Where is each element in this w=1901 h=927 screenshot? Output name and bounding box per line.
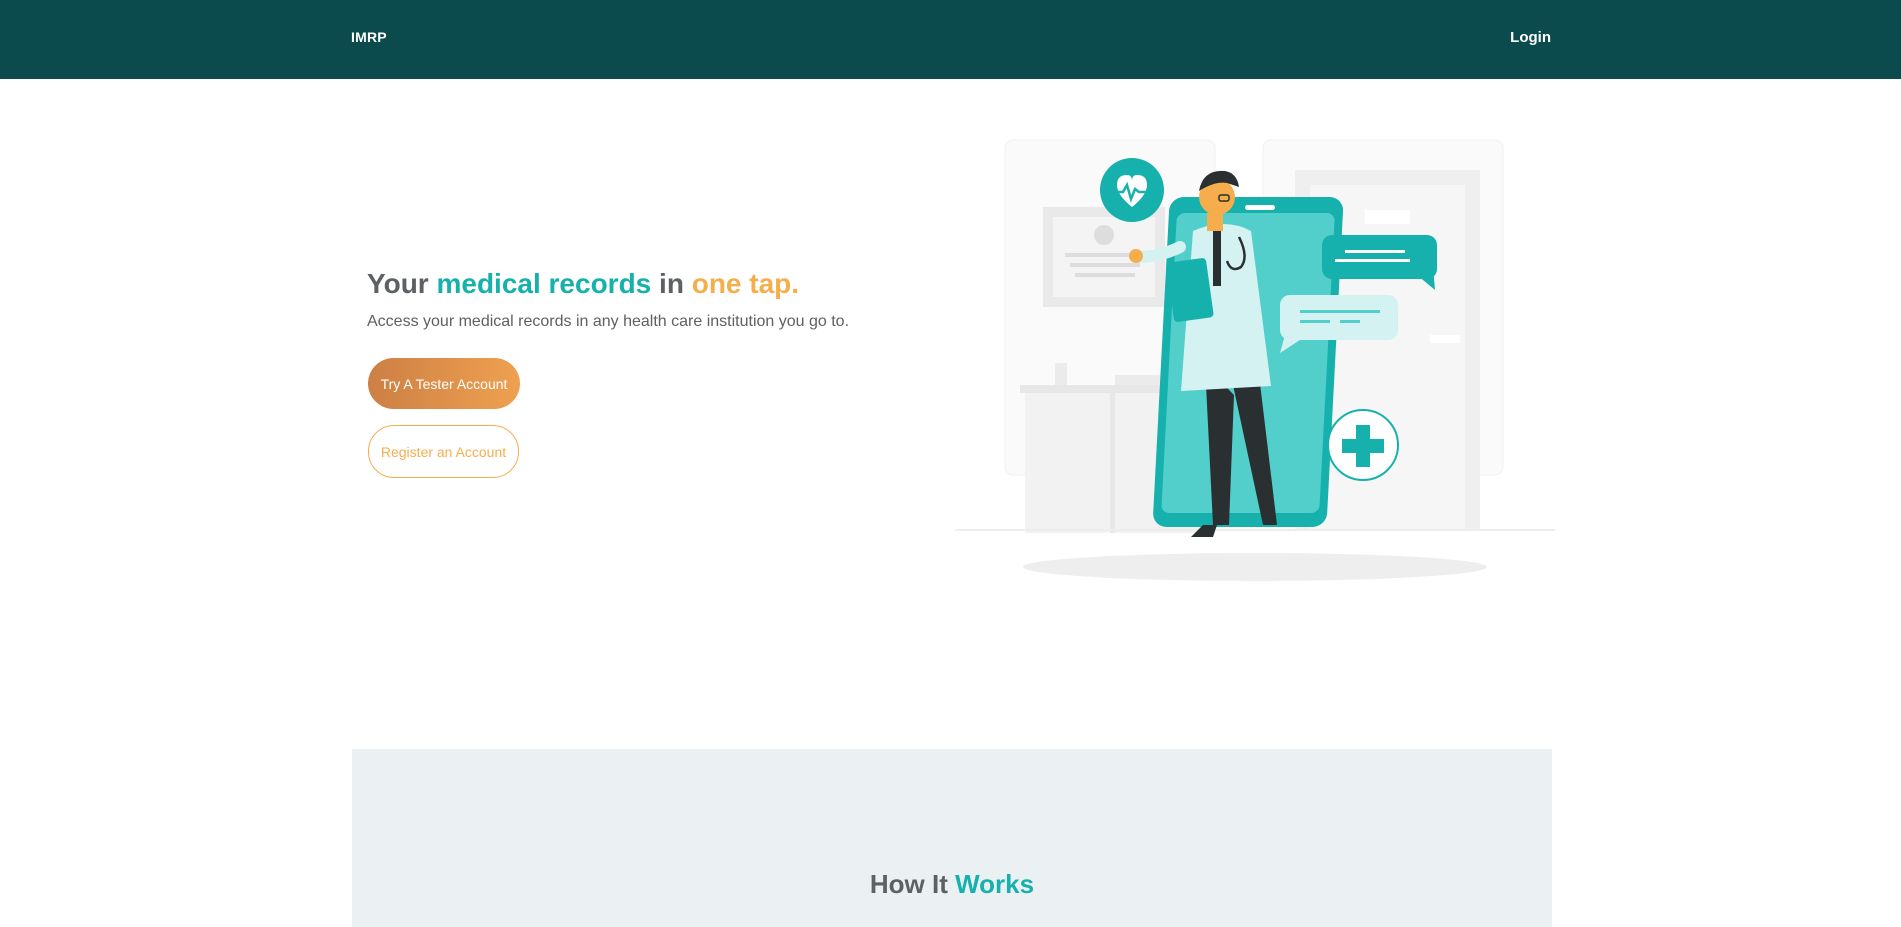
register-account-button[interactable]: Register an Account	[368, 425, 519, 478]
hero-title-part-1: Your	[367, 268, 429, 299]
top-navbar: IMRP Login	[0, 0, 1901, 79]
hero-title-part-3: in	[659, 268, 684, 299]
how-it-works-title-part-1: How It	[869, 869, 948, 899]
hero-title-highlight-1: medical records	[436, 268, 652, 299]
hero-subtitle: Access your medical records in any healt…	[367, 313, 850, 330]
how-it-works-section: How It Works	[352, 749, 1552, 927]
try-tester-account-button[interactable]: Try A Tester Account	[368, 358, 520, 409]
hero-title-highlight-2: one tap.	[691, 268, 800, 299]
doctor-with-phone-illustration	[955, 139, 1555, 581]
how-it-works-title: How It Works	[352, 869, 1552, 900]
how-it-works-title-highlight: Works	[955, 869, 1035, 899]
hero-title: Your medical records in one tap.	[367, 268, 799, 300]
brand-logo[interactable]: IMRP	[351, 29, 387, 45]
login-link[interactable]: Login	[1510, 29, 1551, 46]
